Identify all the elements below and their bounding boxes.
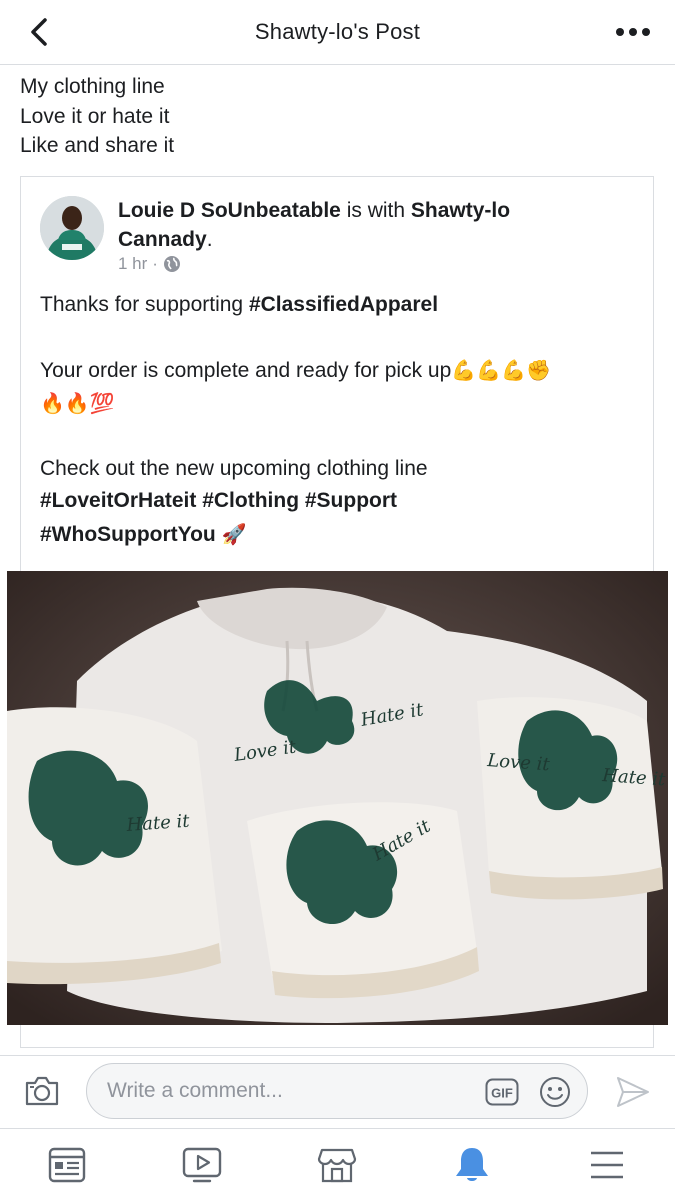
post-meta: 1 hr · (118, 253, 181, 275)
more-horizontal-icon (616, 28, 650, 36)
avatar-image (40, 196, 104, 260)
shared-post-author-line: Louie D SoUnbeatable is with Shawty-lo C… (118, 196, 588, 254)
post-line: Like and share it (20, 134, 175, 157)
camera-button[interactable] (24, 1074, 60, 1110)
shared-post-body: Thanks for supporting #ClassifiedApparel… (40, 289, 640, 551)
post-line: Love it or hate it (20, 104, 170, 128)
check-text: Check out the new upcoming clothing line (40, 456, 428, 480)
gif-icon: GIF (485, 1078, 519, 1106)
post-timestamp[interactable]: 1 hr (118, 254, 147, 274)
emoji-button[interactable] (539, 1076, 571, 1108)
rocket-emoji: 🚀 (221, 521, 247, 546)
page-title: Shawty-lo's Post (254, 19, 421, 44)
more-options-button[interactable] (613, 20, 653, 44)
send-button[interactable] (615, 1075, 651, 1109)
hashtag-link[interactable]: #WhoSupportYou (40, 523, 216, 546)
post-message: My clothing line Love it or hate it Like… (20, 72, 650, 161)
period: . (206, 228, 213, 251)
tagged-name-link-cont[interactable]: Cannady (118, 228, 207, 251)
tagged-name-link[interactable]: Shawty-lo (411, 199, 510, 222)
smiley-icon (540, 1077, 570, 1107)
clothing-photo-image: Love it Hate it Love it Hate it Hate it … (7, 571, 668, 1025)
tab-watch[interactable] (180, 1143, 224, 1187)
check-paragraph: Check out the new upcoming clothing line… (40, 453, 640, 552)
post-line: My clothing line (20, 75, 165, 98)
menu-icon (591, 1151, 623, 1179)
author-name-link[interactable]: Louie D SoUnbeatable (118, 199, 341, 222)
marketplace-icon (317, 1148, 357, 1183)
author-avatar[interactable] (40, 196, 104, 260)
with-text: is with (340, 199, 411, 222)
thanks-text: Thanks for supporting (40, 293, 249, 316)
meta-separator: · (152, 254, 158, 273)
comment-input[interactable]: Write a comment... GIF (86, 1063, 588, 1119)
tab-marketplace[interactable] (315, 1143, 359, 1187)
tab-news-feed[interactable] (45, 1143, 89, 1187)
globe-icon (163, 256, 180, 272)
post-photo[interactable]: Love it Hate it Love it Hate it Hate it … (7, 571, 668, 1025)
thanks-paragraph: Thanks for supporting #ClassifiedApparel (40, 289, 640, 322)
watch-video-icon (182, 1147, 222, 1183)
flexed-biceps-emoji: 💪💪💪✊ (451, 357, 551, 382)
comment-bar: Write a comment... GIF (0, 1055, 675, 1128)
camera-icon (25, 1076, 59, 1106)
gif-button[interactable]: GIF (485, 1078, 521, 1106)
order-paragraph: Your order is complete and ready for pic… (40, 354, 640, 421)
gif-label: GIF (491, 1086, 513, 1101)
bottom-tab-bar (0, 1128, 675, 1201)
notifications-bell-icon (456, 1148, 488, 1181)
order-text: Your order is complete and ready for pic… (40, 358, 452, 382)
news-feed-icon (48, 1147, 86, 1183)
send-icon (617, 1077, 649, 1107)
comment-placeholder: Write a comment... (107, 1079, 283, 1102)
tab-notifications[interactable] (450, 1143, 494, 1187)
hashtags-link[interactable]: #LoveitOrHateit #Clothing #Support (40, 489, 397, 512)
post-header: Shawty-lo's Post (0, 0, 675, 65)
hashtag-link[interactable]: #ClassifiedApparel (249, 293, 438, 316)
tab-menu[interactable] (585, 1143, 629, 1187)
fire-emoji: 🔥🔥💯 (40, 391, 115, 415)
photo-script-text: Love it (486, 750, 551, 775)
